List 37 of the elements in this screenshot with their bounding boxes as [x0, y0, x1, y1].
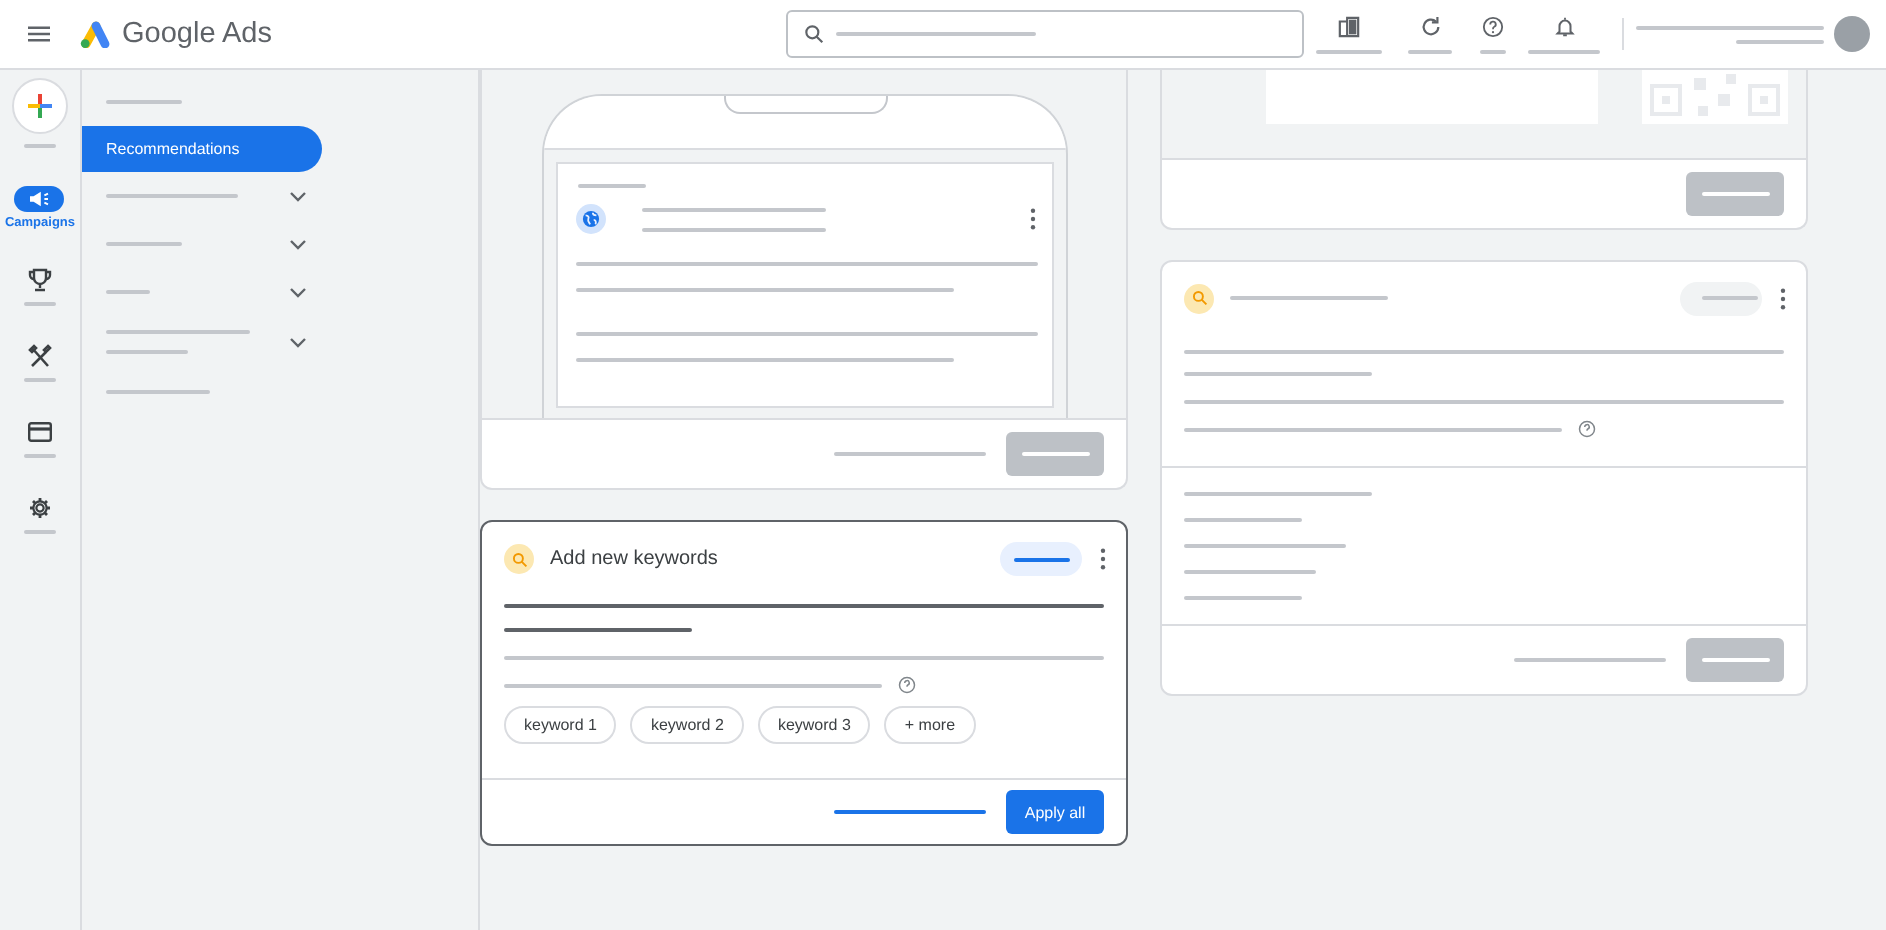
chevron-icon[interactable]	[290, 239, 306, 249]
help-icon[interactable]	[1578, 420, 1596, 438]
tools-icon	[28, 343, 52, 367]
keyword-chip[interactable]: keyword 2	[630, 706, 744, 744]
more-icon[interactable]	[1780, 287, 1786, 309]
menu-icon[interactable]	[28, 26, 50, 42]
refresh-icon[interactable]	[1419, 16, 1441, 38]
card-title: Add new keywords	[550, 548, 720, 570]
rail-button[interactable]	[14, 186, 65, 212]
search-icon	[804, 24, 824, 44]
chevron-icon[interactable]	[290, 287, 306, 297]
apply-button[interactable]: Apply all	[1006, 790, 1104, 834]
globe-icon	[576, 204, 606, 234]
chevron-icon[interactable]	[290, 191, 306, 201]
trophy-icon	[28, 267, 52, 291]
megaphone-icon	[28, 190, 51, 208]
keyword-chip[interactable]: + more	[884, 706, 976, 744]
more-icon[interactable]	[1030, 208, 1036, 230]
help-icon[interactable]	[898, 676, 916, 694]
more-icon[interactable]	[1100, 548, 1106, 570]
bell-icon[interactable]	[1553, 16, 1575, 38]
chart-icon[interactable]	[1338, 16, 1360, 38]
chevron-icon[interactable]	[290, 337, 306, 347]
search-icon	[504, 544, 534, 574]
keyword-chip[interactable]: keyword 3	[757, 706, 871, 744]
create-button[interactable]	[12, 78, 68, 134]
help-icon[interactable]	[1482, 16, 1504, 38]
logo-icon	[78, 20, 110, 48]
search-field[interactable]	[786, 10, 1304, 58]
search-icon	[1184, 283, 1214, 313]
app-title: Google Ads	[122, 18, 272, 50]
credit-card-icon	[28, 421, 52, 441]
keyword-chip[interactable]: keyword 1	[504, 706, 617, 744]
avatar[interactable]	[1834, 16, 1870, 52]
nav-item[interactable]: Recommendations	[82, 126, 322, 172]
plus-icon	[26, 92, 54, 120]
gear-icon	[28, 495, 52, 519]
